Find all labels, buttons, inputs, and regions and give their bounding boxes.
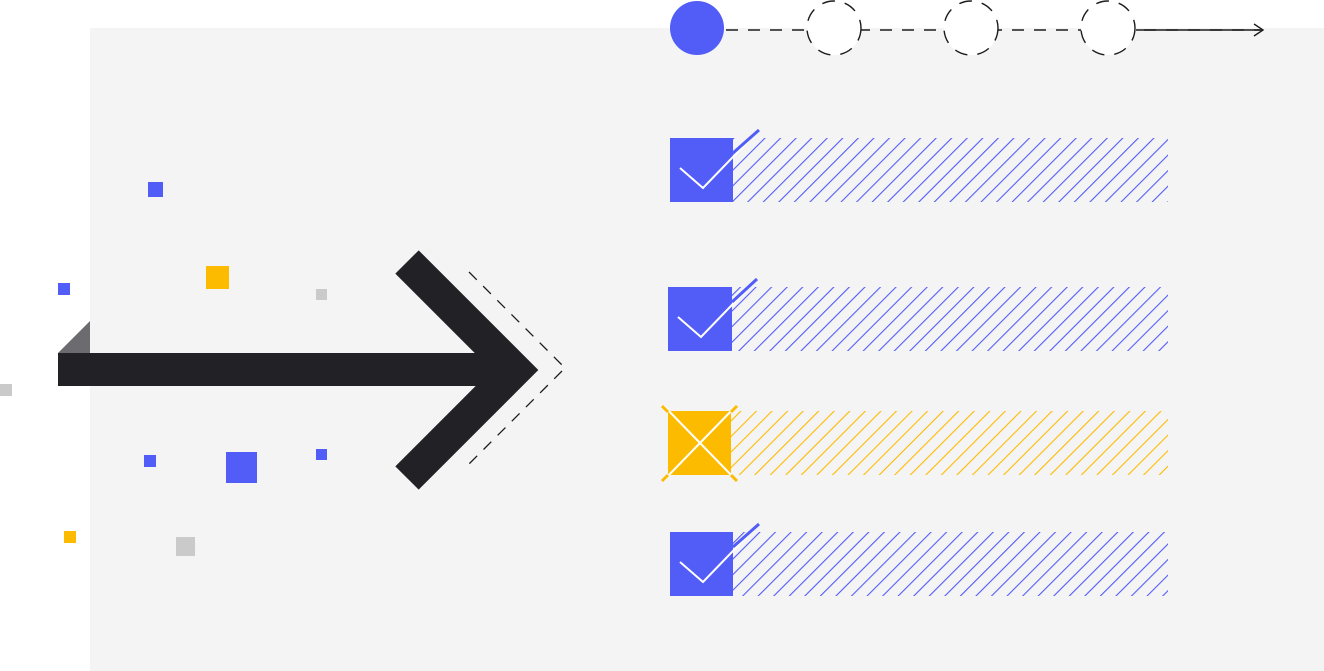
checklist bbox=[660, 128, 1168, 596]
checklist-item bbox=[668, 277, 1168, 351]
progress-step-pending bbox=[1080, 0, 1136, 56]
confetti-square bbox=[58, 283, 70, 295]
progress-bar-hatched bbox=[731, 411, 1168, 475]
confetti-square bbox=[64, 531, 76, 543]
checkbox-checked bbox=[670, 138, 733, 202]
progress-step-pending bbox=[943, 0, 999, 56]
confetti-square bbox=[316, 449, 327, 460]
confetti-square bbox=[316, 289, 327, 300]
confetti-square bbox=[226, 452, 257, 483]
arrow-fold bbox=[58, 321, 90, 353]
confetti-square bbox=[206, 266, 229, 289]
cross-tail bbox=[729, 473, 739, 483]
cross-tail bbox=[660, 404, 670, 414]
confetti-square bbox=[176, 537, 195, 556]
progress-bar-hatched bbox=[733, 138, 1168, 202]
checkbox-checked bbox=[668, 287, 732, 351]
cross-tail bbox=[660, 473, 670, 483]
progress-bar-hatched bbox=[733, 532, 1168, 596]
progress-step-completed bbox=[670, 1, 724, 55]
progress-track bbox=[670, 0, 1265, 56]
checklist-item bbox=[660, 404, 1168, 483]
confetti-square bbox=[0, 384, 12, 396]
process-illustration bbox=[0, 0, 1265, 596]
arrow-right-icon bbox=[58, 250, 566, 490]
checkbox-checked bbox=[670, 532, 733, 596]
checklist-item bbox=[670, 128, 1168, 202]
arrow-shaft bbox=[58, 353, 516, 386]
progress-bar-hatched bbox=[732, 287, 1168, 351]
progress-step-pending bbox=[806, 0, 862, 56]
confetti-square bbox=[144, 455, 156, 467]
checklist-item bbox=[670, 522, 1168, 596]
confetti-square bbox=[148, 182, 163, 197]
